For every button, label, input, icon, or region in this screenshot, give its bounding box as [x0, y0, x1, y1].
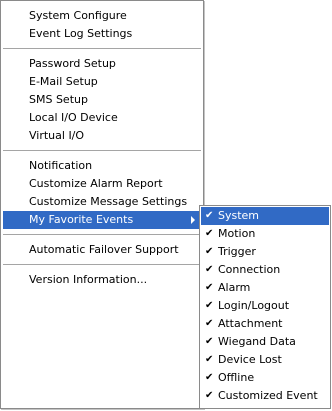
main-context-menu: System Configure Event Log Settings Pass… — [0, 0, 204, 409]
menu-item-email-setup[interactable]: E-Mail Setup — [3, 73, 201, 91]
menu-item-local-io-device[interactable]: Local I/O Device — [3, 109, 201, 127]
menu-item-sms-setup[interactable]: SMS Setup — [3, 91, 201, 109]
menu-item-automatic-failover-support[interactable]: Automatic Failover Support — [3, 241, 201, 259]
checkmark-icon: ✔ — [205, 336, 214, 347]
menu-item-notification[interactable]: Notification — [3, 157, 201, 175]
submenu-item-label: System — [218, 209, 260, 222]
menu-separator — [3, 150, 201, 151]
menu-item-virtual-io[interactable]: Virtual I/O — [3, 127, 201, 145]
submenu-item-label: Connection — [218, 263, 281, 276]
submenu-item-label: Customized Event — [218, 389, 318, 402]
menu-separator — [3, 234, 201, 235]
submenu-item-motion[interactable]: ✔ Motion — [201, 225, 329, 243]
submenu-item-label: Alarm — [218, 281, 251, 294]
menu-item-system-configure[interactable]: System Configure — [3, 7, 201, 25]
checkmark-icon: ✔ — [205, 390, 214, 401]
checkmark-icon: ✔ — [205, 228, 214, 239]
checkmark-icon: ✔ — [205, 246, 214, 257]
checkmark-icon: ✔ — [205, 300, 214, 311]
checkmark-icon: ✔ — [205, 282, 214, 293]
submenu-item-offline[interactable]: ✔ Offline — [201, 369, 329, 387]
menu-item-customize-message-settings[interactable]: Customize Message Settings — [3, 193, 201, 211]
checkmark-icon: ✔ — [205, 210, 214, 221]
submenu-item-label: Offline — [218, 371, 255, 384]
menu-item-label: My Favorite Events — [29, 213, 134, 226]
menu-separator — [3, 264, 201, 265]
checkmark-icon: ✔ — [205, 354, 214, 365]
menu-item-version-information[interactable]: Version Information... — [3, 271, 201, 289]
menu-separator — [3, 48, 201, 49]
submenu-item-login-logout[interactable]: ✔ Login/Logout — [201, 297, 329, 315]
menu-item-password-setup[interactable]: Password Setup — [3, 55, 201, 73]
submenu-item-label: Trigger — [218, 245, 256, 258]
submenu-item-connection[interactable]: ✔ Connection — [201, 261, 329, 279]
submenu-item-label: Wiegand Data — [218, 335, 296, 348]
submenu-item-customized-event[interactable]: ✔ Customized Event — [201, 387, 329, 405]
context-menu-screen: System Configure Event Log Settings Pass… — [0, 0, 332, 411]
submenu-item-trigger[interactable]: ✔ Trigger — [201, 243, 329, 261]
submenu-item-label: Attachment — [218, 317, 283, 330]
submenu-item-device-lost[interactable]: ✔ Device Lost — [201, 351, 329, 369]
submenu-item-label: Login/Logout — [218, 299, 290, 312]
submenu-item-wiegand-data[interactable]: ✔ Wiegand Data — [201, 333, 329, 351]
checkmark-icon: ✔ — [205, 372, 214, 383]
submenu-arrow-icon — [191, 216, 195, 224]
favorite-events-submenu: ✔ System ✔ Motion ✔ Trigger ✔ Connection… — [199, 205, 331, 409]
submenu-item-attachment[interactable]: ✔ Attachment — [201, 315, 329, 333]
submenu-item-alarm[interactable]: ✔ Alarm — [201, 279, 329, 297]
submenu-item-label: Device Lost — [218, 353, 282, 366]
menu-item-customize-alarm-report[interactable]: Customize Alarm Report — [3, 175, 201, 193]
menu-item-my-favorite-events[interactable]: My Favorite Events — [3, 211, 201, 229]
checkmark-icon: ✔ — [205, 318, 214, 329]
submenu-item-system[interactable]: ✔ System — [201, 207, 329, 225]
menu-item-event-log-settings[interactable]: Event Log Settings — [3, 25, 201, 43]
checkmark-icon: ✔ — [205, 264, 214, 275]
submenu-item-label: Motion — [218, 227, 256, 240]
